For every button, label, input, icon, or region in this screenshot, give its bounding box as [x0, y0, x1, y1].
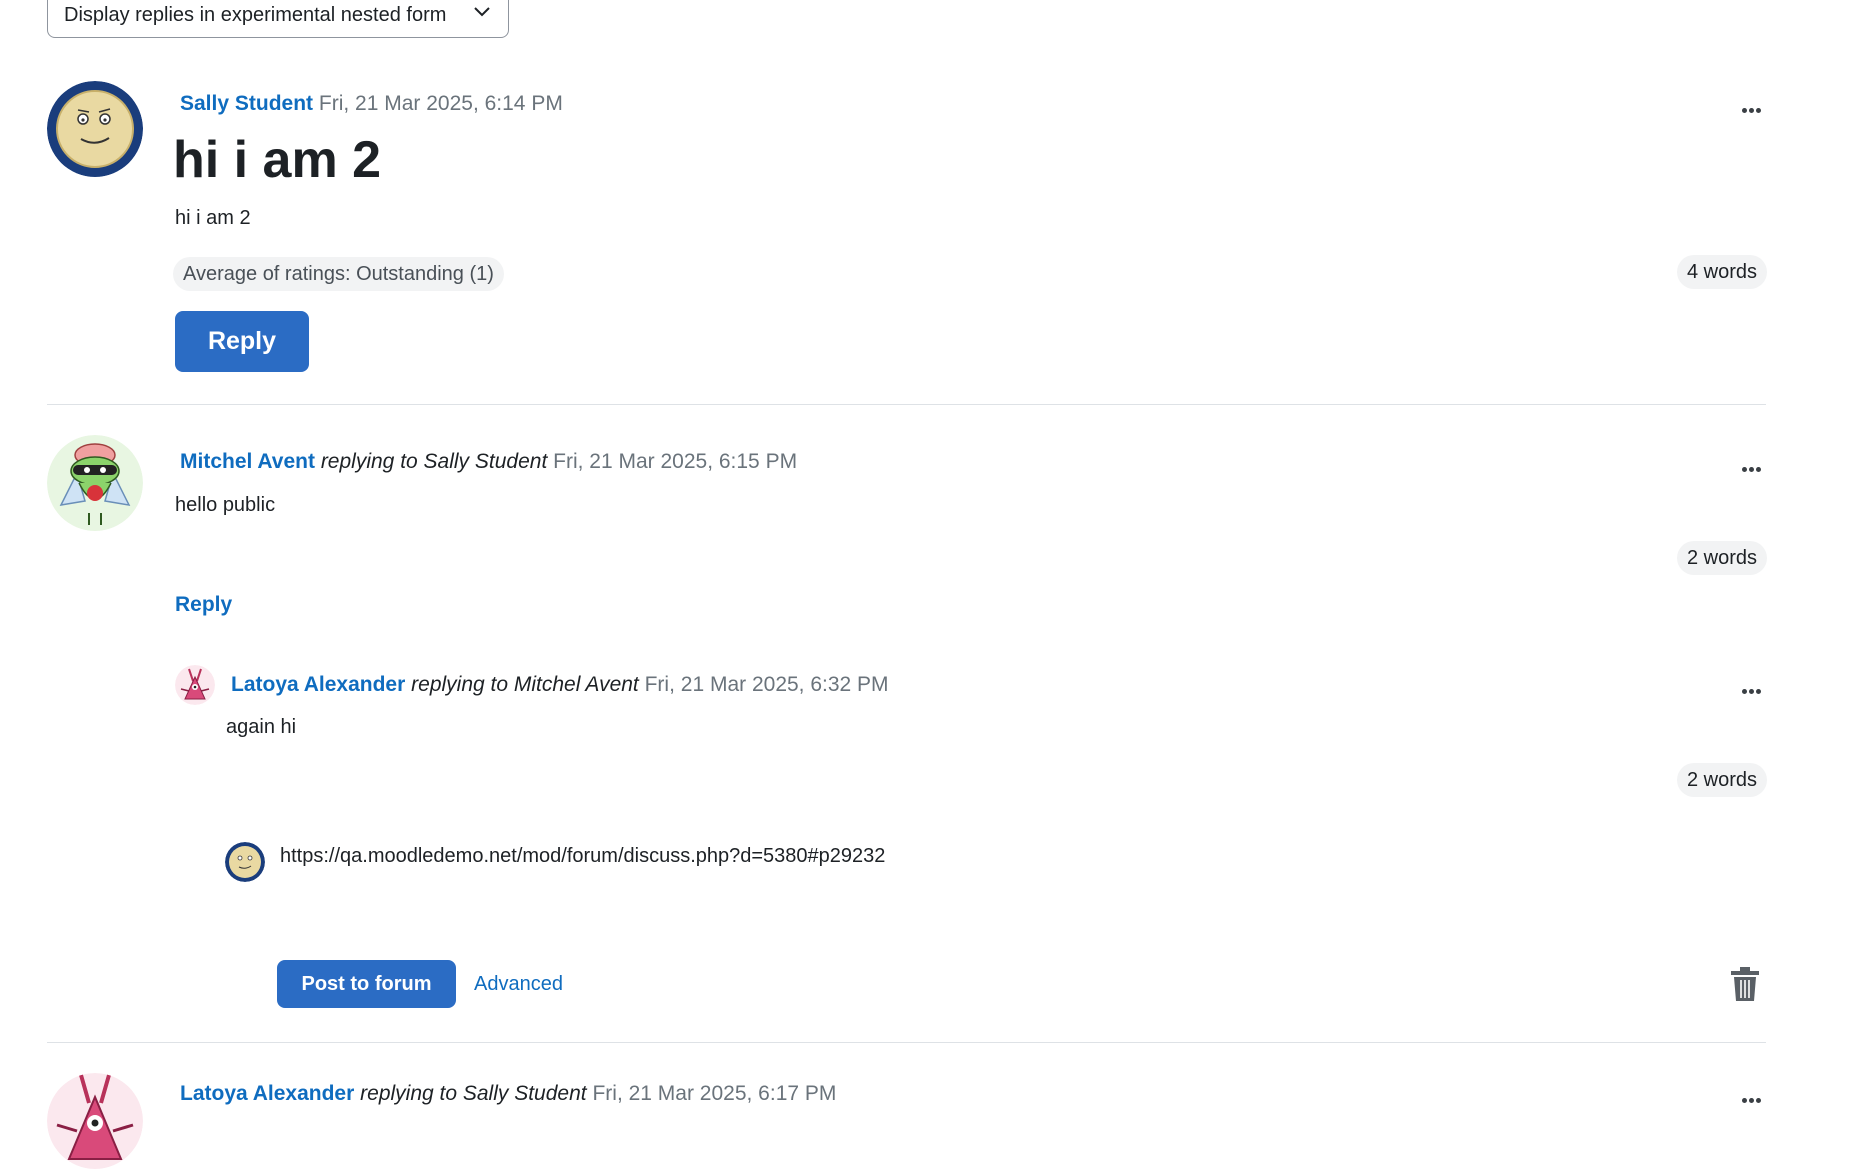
avatar-sally-student[interactable] — [47, 81, 143, 177]
post-body: hi i am 2 — [175, 207, 251, 229]
post-to-forum-button[interactable]: Post to forum — [277, 960, 456, 1008]
post-header: Mitchel Avent replying to Sally Student … — [180, 450, 797, 474]
author-link[interactable]: Latoya Alexander — [231, 673, 405, 696]
replying-to-text: replying to Sally Student — [320, 450, 548, 473]
post-date: Fri, 21 Mar 2025, 6:17 PM — [592, 1082, 837, 1105]
post-body: again hi — [226, 716, 297, 738]
avatar-latoya-alexander[interactable] — [175, 665, 215, 705]
post-header: Sally Student Fri, 21 Mar 2025, 6:14 PM — [180, 92, 563, 116]
reply-link[interactable]: Reply — [175, 593, 232, 617]
replying-to-text: replying to Mitchel Avent — [411, 673, 639, 696]
word-count-badge: 4 words — [1677, 255, 1768, 289]
avatar-latoya-alexander[interactable] — [47, 1073, 143, 1169]
chevron-down-icon — [474, 7, 490, 17]
author-link[interactable]: Latoya Alexander — [180, 1082, 354, 1105]
avatar-mitchel-avent[interactable] — [47, 435, 143, 531]
replying-to-text: replying to Sally Student — [360, 1082, 587, 1105]
post-header: Latoya Alexander replying to Mitchel Ave… — [231, 673, 889, 697]
post-date: Fri, 21 Mar 2025, 6:15 PM — [553, 450, 798, 473]
post-subject: hi i am 2 — [173, 131, 382, 189]
divider — [47, 404, 1766, 405]
rating-badge: Average of ratings: Outstanding (1) — [173, 257, 504, 291]
post-actions-menu-icon[interactable] — [1742, 1090, 1764, 1103]
trash-icon[interactable] — [1731, 967, 1759, 1001]
inline-reply-editor[interactable]: https://qa.moodledemo.net/mod/forum/disc… — [280, 845, 1680, 925]
post-date: Fri, 21 Mar 2025, 6:32 PM — [644, 673, 889, 696]
advanced-link[interactable]: Advanced — [474, 973, 563, 996]
author-link[interactable]: Sally Student — [180, 92, 313, 115]
word-count-badge: 2 words — [1677, 763, 1768, 797]
word-count-badge: 2 words — [1677, 541, 1768, 575]
post-actions-menu-icon[interactable] — [1742, 459, 1764, 472]
display-mode-label: Display replies in experimental nested f… — [64, 4, 447, 26]
divider — [47, 1042, 1766, 1043]
reply-button[interactable]: Reply — [175, 311, 309, 372]
post-date: Fri, 21 Mar 2025, 6:14 PM — [318, 92, 563, 115]
post-body: hello public — [175, 494, 276, 516]
avatar-current-user — [225, 842, 265, 882]
post-actions-menu-icon[interactable] — [1742, 681, 1764, 694]
post-actions-menu-icon[interactable] — [1742, 100, 1764, 113]
display-mode-select[interactable]: Display replies in experimental nested f… — [47, 0, 509, 38]
author-link[interactable]: Mitchel Avent — [180, 450, 315, 473]
post-header: Latoya Alexander replying to Sally Stude… — [180, 1082, 836, 1106]
